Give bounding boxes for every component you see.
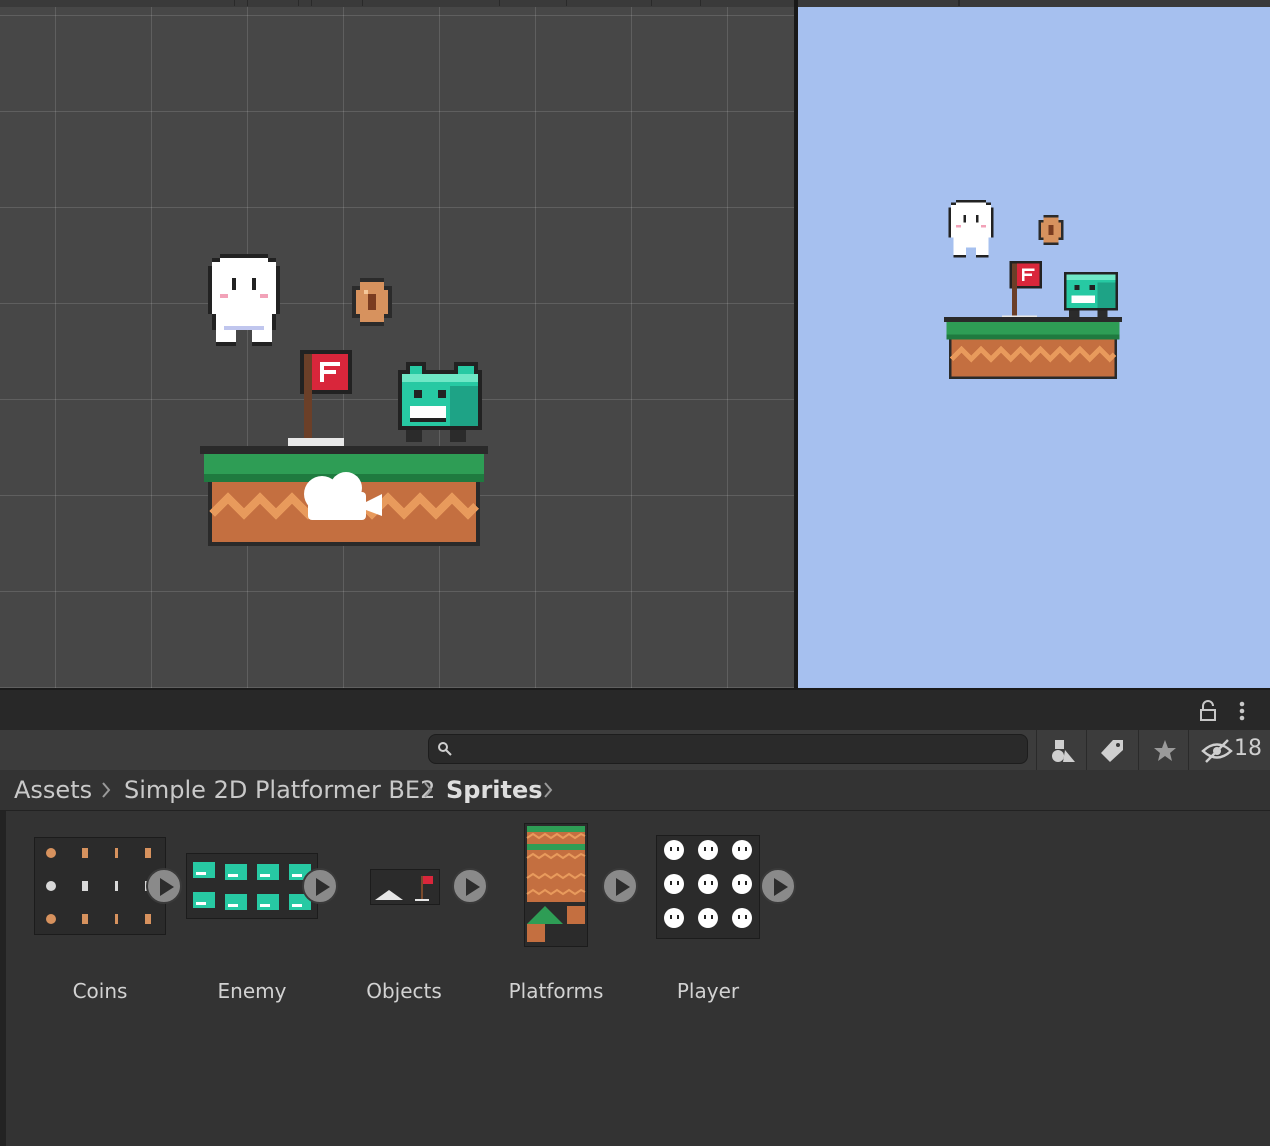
game-toolbar [798, 0, 1270, 7]
lock-icon[interactable] [1198, 700, 1218, 722]
flag-sprite[interactable] [288, 350, 352, 450]
asset-coins[interactable]: Coins [30, 835, 182, 1035]
asset-thumbnail [524, 823, 588, 947]
search-input[interactable] [428, 734, 1028, 764]
asset-label: Coins [72, 979, 128, 1003]
shapes-icon [1052, 740, 1075, 762]
player-sprite[interactable] [204, 254, 284, 350]
expand-subassets-button[interactable] [452, 868, 488, 904]
breadcrumb-item-sprites[interactable]: Sprites [446, 776, 543, 804]
toolbar-segment[interactable] [362, 0, 500, 6]
flag-sprite [1002, 261, 1042, 321]
breadcrumb-item-assets[interactable]: Assets [14, 776, 92, 804]
game-view[interactable] [798, 7, 1270, 688]
filter-by-label-button[interactable] [1086, 730, 1136, 770]
coin-sprite[interactable] [348, 278, 396, 326]
asset-enemy[interactable]: Enemy [182, 835, 338, 1035]
asset-grid: Coins Enemy Objects Platforms Player [6, 811, 1270, 1146]
scene-view[interactable] [0, 0, 794, 688]
platform-sprite [944, 317, 1122, 379]
objects-sheet-preview [375, 876, 433, 901]
project-toolbar: 18 [0, 730, 1270, 771]
toolbar-segment[interactable] [566, 0, 652, 6]
asset-label: Enemy [217, 979, 287, 1003]
chevron-right-icon [424, 782, 433, 798]
toolbar-segment[interactable] [234, 0, 248, 6]
star-icon [1154, 740, 1176, 761]
search-icon [438, 742, 452, 756]
toolbar-segment[interactable] [958, 0, 960, 6]
coin-sprite [1038, 215, 1064, 245]
platform-sheet-preview [526, 826, 586, 942]
player-sheet-preview [664, 840, 752, 928]
asset-thumbnail [656, 835, 760, 939]
asset-objects[interactable]: Objects [334, 835, 488, 1035]
toolbar-segment[interactable] [700, 0, 794, 6]
asset-thumbnail [370, 869, 440, 905]
breadcrumb-item-package[interactable]: Simple 2D Platformer BE2 [124, 776, 435, 804]
asset-player[interactable]: Player [638, 835, 796, 1035]
chevron-right-icon[interactable] [542, 780, 554, 800]
expand-subassets-button[interactable] [602, 868, 638, 904]
toolbar-segment[interactable] [298, 0, 312, 6]
filter-by-type-button[interactable] [1036, 730, 1086, 770]
tag-icon [1101, 740, 1123, 762]
breadcrumb: Assets Simple 2D Platformer BE2 Sprites [0, 770, 1270, 811]
asset-label: Player [676, 979, 740, 1003]
asset-platforms[interactable]: Platforms [486, 823, 638, 1035]
more-options-icon[interactable] [1234, 700, 1250, 722]
expand-subassets-button[interactable] [760, 868, 796, 904]
asset-thumbnail [186, 853, 318, 919]
expand-subassets-button[interactable] [146, 868, 182, 904]
enemy-sprite [1064, 272, 1118, 319]
asset-label: Objects [366, 979, 442, 1003]
scene-toolbar [0, 0, 794, 7]
hidden-packages-count: 18 [1234, 736, 1262, 761]
eye-slash-icon [1201, 739, 1233, 763]
expand-subassets-button[interactable] [302, 868, 338, 904]
camera-icon[interactable] [300, 466, 386, 522]
player-sprite [948, 200, 994, 258]
hidden-packages-button[interactable]: 18 [1188, 730, 1270, 770]
asset-label: Platforms [508, 979, 604, 1003]
enemy-sprite[interactable] [398, 362, 482, 446]
chevron-right-icon [102, 782, 111, 798]
panel-header [0, 688, 1270, 732]
favorites-button[interactable] [1138, 730, 1188, 770]
enemy-sheet-preview [193, 862, 311, 910]
project-panel: 18 Assets Simple 2D Platformer BE2 Sprit… [0, 688, 1270, 1146]
